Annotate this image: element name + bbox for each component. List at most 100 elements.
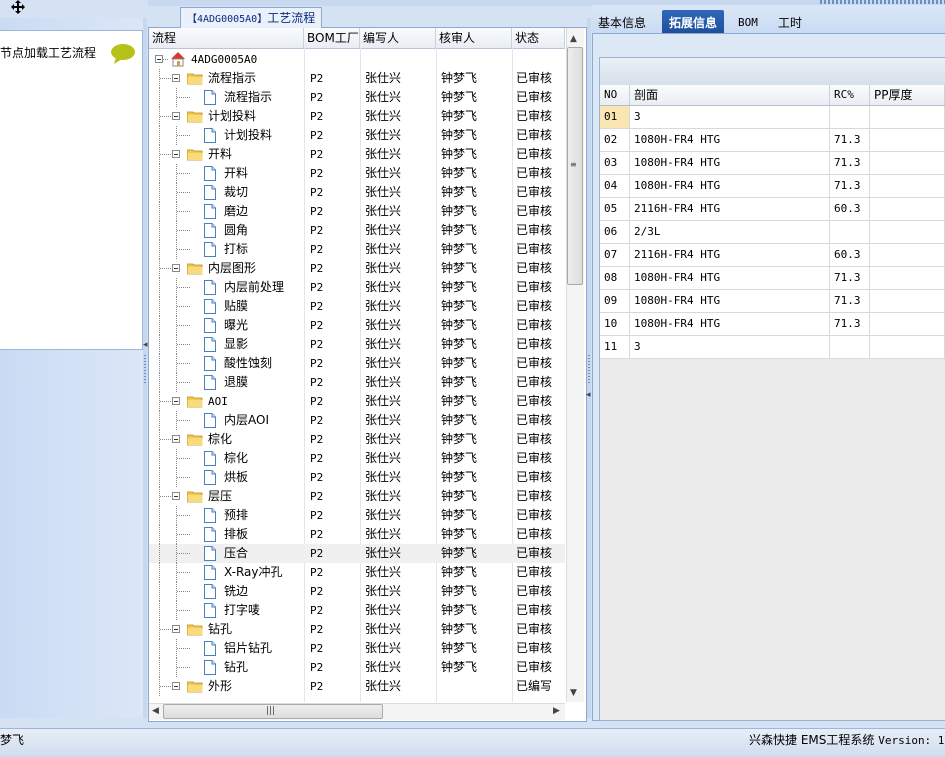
tree-node-label[interactable]: 退膜 [224, 373, 248, 392]
tree-node-label[interactable]: 铣边 [224, 582, 248, 601]
tree-row[interactable]: 酸性蚀刻 P2 张仕兴 钟梦飞 已审核 [149, 354, 565, 373]
collapse-icon[interactable] [172, 264, 180, 272]
tree-row[interactable]: 内层前处理 P2 张仕兴 钟梦飞 已审核 [149, 278, 565, 297]
grid-cell-rc[interactable] [830, 106, 870, 128]
tree-row[interactable]: 裁切 P2 张仕兴 钟梦飞 已审核 [149, 183, 565, 202]
collapse-icon[interactable] [172, 625, 180, 633]
grid-cell-section[interactable]: 2116H-FR4 HTG [630, 198, 830, 220]
tree-node-label[interactable]: 层压 [208, 487, 232, 506]
grid-cell-pp[interactable] [870, 336, 945, 358]
grid-cell-rc[interactable]: 71.3 [830, 129, 870, 151]
scroll-right-icon[interactable]: ▶ [553, 706, 560, 716]
tree-node-label[interactable]: AOI [208, 392, 228, 411]
tree-row[interactable]: 打字唛 P2 张仕兴 钟梦飞 已审核 [149, 601, 565, 620]
grid-cell-no[interactable]: 11 [600, 336, 630, 358]
grid-cell-rc[interactable]: 71.3 [830, 290, 870, 312]
tree-node-label[interactable]: 开料 [224, 164, 248, 183]
grid-cell-section[interactable]: 1080H-FR4 HTG [630, 290, 830, 312]
grid-cell-section[interactable]: 3 [630, 106, 830, 128]
grid-cell-section[interactable]: 1080H-FR4 HTG [630, 129, 830, 151]
grid-cell-rc[interactable]: 71.3 [830, 313, 870, 335]
tree-row[interactable]: 圆角 P2 张仕兴 钟梦飞 已审核 [149, 221, 565, 240]
grid-cell-pp[interactable] [870, 129, 945, 151]
grid-row[interactable]: 09 1080H-FR4 HTG 71.3 [600, 290, 945, 313]
tree-node-label[interactable]: 排板 [224, 525, 248, 544]
collapse-icon[interactable] [172, 435, 180, 443]
tree-node-label[interactable]: 压合 [224, 544, 248, 563]
tree-node-label[interactable]: 内层AOI [224, 411, 269, 430]
grid-cell-pp[interactable] [870, 175, 945, 197]
grid-cell-section[interactable]: 1080H-FR4 HTG [630, 267, 830, 289]
grid-cell-pp[interactable] [870, 106, 945, 128]
tree-node-label[interactable]: 磨边 [224, 202, 248, 221]
left-collapse-icon[interactable]: ◂ [143, 340, 148, 350]
tree-row[interactable]: 棕化 P2 张仕兴 钟梦飞 已审核 [149, 449, 565, 468]
collapse-icon[interactable] [172, 112, 180, 120]
scroll-down-icon[interactable]: ▼ [570, 688, 577, 698]
grid-row[interactable]: 11 3 [600, 336, 945, 359]
tree-row[interactable]: 磨边 P2 张仕兴 钟梦飞 已审核 [149, 202, 565, 221]
grid-cell-rc[interactable]: 71.3 [830, 175, 870, 197]
tree-node-label[interactable]: 外形 [208, 677, 232, 696]
tree-node-label[interactable]: 铝片钻孔 [224, 639, 272, 658]
grid-row[interactable]: 03 1080H-FR4 HTG 71.3 [600, 152, 945, 175]
grid-cell-rc[interactable]: 71.3 [830, 152, 870, 174]
grid-cell-no[interactable]: 09 [600, 290, 630, 312]
tree-row[interactable]: 铣边 P2 张仕兴 钟梦飞 已审核 [149, 582, 565, 601]
tree-row[interactable]: AOI P2 张仕兴 钟梦飞 已审核 [149, 392, 565, 411]
tree-row[interactable]: 打标 P2 张仕兴 钟梦飞 已审核 [149, 240, 565, 259]
grid-row[interactable]: 08 1080H-FR4 HTG 71.3 [600, 267, 945, 290]
tree-node-label[interactable]: 内层图形 [208, 259, 256, 278]
tree-row[interactable]: 压合 P2 张仕兴 钟梦飞 已审核 [149, 544, 565, 563]
grid-cell-section[interactable]: 3 [630, 336, 830, 358]
tree-row[interactable]: 外形 P2 张仕兴 已编写 [149, 677, 565, 696]
tree-row[interactable]: 退膜 P2 张仕兴 钟梦飞 已审核 [149, 373, 565, 392]
tree-row[interactable]: 显影 P2 张仕兴 钟梦飞 已审核 [149, 335, 565, 354]
grid-cell-pp[interactable] [870, 267, 945, 289]
col-header-process[interactable]: 流程 [149, 28, 304, 48]
tree-row[interactable]: X-Ray冲孔 P2 张仕兴 钟梦飞 已审核 [149, 563, 565, 582]
grid-row[interactable]: 05 2116H-FR4 HTG 60.3 [600, 198, 945, 221]
tree-node-label[interactable]: 打字唛 [224, 601, 260, 620]
tree-node-label[interactable]: 圆角 [224, 221, 248, 240]
tree-node-label[interactable]: 内层前处理 [224, 278, 284, 297]
tree-row[interactable]: 计划投料 P2 张仕兴 钟梦飞 已审核 [149, 107, 565, 126]
grid-cell-rc[interactable] [830, 221, 870, 243]
grid-cell-no[interactable]: 03 [600, 152, 630, 174]
collapse-icon[interactable] [172, 682, 180, 690]
grid-cell-section[interactable]: 2/3L [630, 221, 830, 243]
grid-cell-pp[interactable] [870, 290, 945, 312]
tree-node-label[interactable]: 计划投料 [208, 107, 256, 126]
tree-node-label[interactable]: 打标 [224, 240, 248, 259]
right-collapse-icon[interactable]: ◂ [586, 390, 591, 400]
grid-col-pp[interactable]: PP厚度 [870, 85, 945, 105]
tree-node-label[interactable]: 棕化 [208, 430, 232, 449]
grid-cell-no[interactable]: 07 [600, 244, 630, 266]
tree-node-label[interactable]: 流程指示 [224, 88, 272, 107]
grid-cell-rc[interactable]: 60.3 [830, 244, 870, 266]
move-icon[interactable] [10, 0, 26, 14]
tree-row[interactable]: 流程指示 P2 张仕兴 钟梦飞 已审核 [149, 88, 565, 107]
grid-col-rc[interactable]: RC% [830, 85, 870, 105]
tree-row[interactable]: 计划投料 P2 张仕兴 钟梦飞 已审核 [149, 126, 565, 145]
scroll-up-icon[interactable]: ▲ [570, 34, 577, 44]
tree-row[interactable]: 4ADG0005A0 [149, 50, 565, 69]
grid-cell-section[interactable]: 1080H-FR4 HTG [630, 313, 830, 335]
tree-node-label[interactable]: 烘板 [224, 468, 248, 487]
collapse-icon[interactable] [172, 150, 180, 158]
tree-row[interactable]: 内层图形 P2 张仕兴 钟梦飞 已审核 [149, 259, 565, 278]
grid-cell-no[interactable]: 10 [600, 313, 630, 335]
tree-row[interactable]: 铝片钻孔 P2 张仕兴 钟梦飞 已审核 [149, 639, 565, 658]
tree-node-label[interactable]: 计划投料 [224, 126, 272, 145]
grid-row[interactable]: 07 2116H-FR4 HTG 60.3 [600, 244, 945, 267]
tree-node-label[interactable]: 贴膜 [224, 297, 248, 316]
grid-cell-pp[interactable] [870, 198, 945, 220]
tree-row[interactable]: 开料 P2 张仕兴 钟梦飞 已审核 [149, 164, 565, 183]
grid-cell-no[interactable]: 05 [600, 198, 630, 220]
tree-row[interactable]: 曝光 P2 张仕兴 钟梦飞 已审核 [149, 316, 565, 335]
speech-bubble-icon[interactable] [110, 43, 136, 65]
tree-node-label[interactable]: 曝光 [224, 316, 248, 335]
tree-node-label[interactable]: 棕化 [224, 449, 248, 468]
tree-row[interactable]: 开料 P2 张仕兴 钟梦飞 已审核 [149, 145, 565, 164]
tree-node-label[interactable]: 开料 [208, 145, 232, 164]
